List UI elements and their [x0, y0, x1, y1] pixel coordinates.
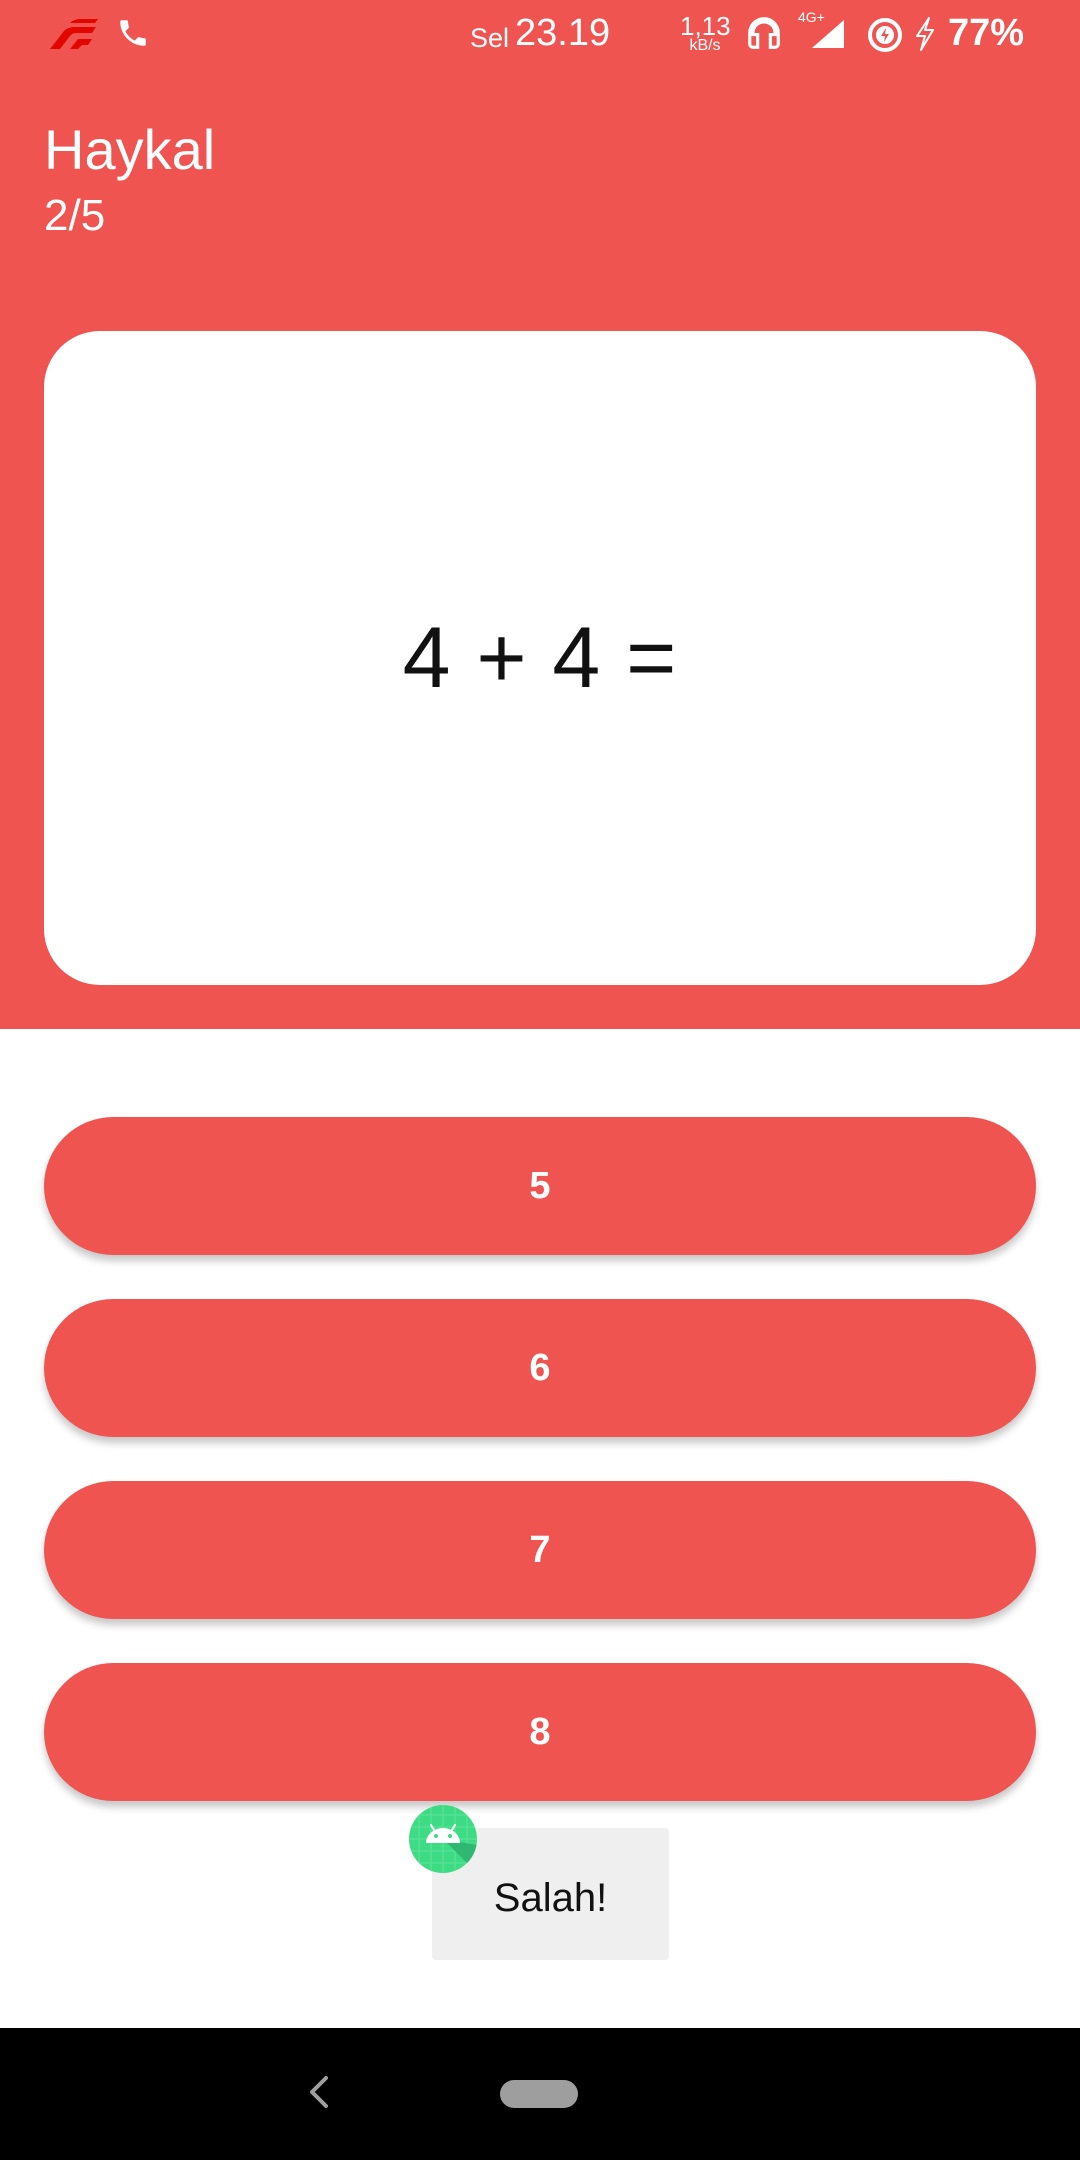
question-card: 4 + 4 = — [44, 331, 1036, 985]
answer-button-2[interactable]: 6 — [44, 1299, 1036, 1437]
battery-saver-icon — [868, 18, 902, 52]
charging-bolt-icon — [916, 17, 934, 51]
network-speed: 1,13 kB/s — [680, 11, 731, 54]
answer-button-1[interactable]: 5 — [44, 1117, 1036, 1255]
question-text: 4 + 4 = — [402, 609, 678, 706]
status-time: 23.19 — [515, 12, 611, 54]
answer-button-4[interactable]: 8 — [44, 1663, 1036, 1801]
f1-logo-icon — [50, 19, 98, 49]
android-robot-icon — [409, 1805, 477, 1873]
battery-percentage: 77% — [948, 12, 1025, 54]
headset-icon — [748, 17, 780, 49]
toast-text: Salah! — [493, 1875, 608, 1920]
network-speed-value: 1,13 — [680, 11, 731, 41]
navigation-bar — [0, 2028, 1080, 2160]
answer-button-3[interactable]: 7 — [44, 1481, 1036, 1619]
status-bar: Sel 23.19 1,13 kB/s 4G+ 77% — [0, 0, 1080, 68]
status-day: Sel — [470, 23, 510, 53]
back-chevron-icon[interactable] — [300, 2070, 340, 2114]
player-name: Haykal — [44, 118, 216, 181]
signal-icon — [812, 20, 844, 48]
home-pill-icon[interactable] — [500, 2080, 578, 2108]
phone-icon — [120, 20, 146, 46]
question-progress: 2/5 — [44, 191, 106, 240]
